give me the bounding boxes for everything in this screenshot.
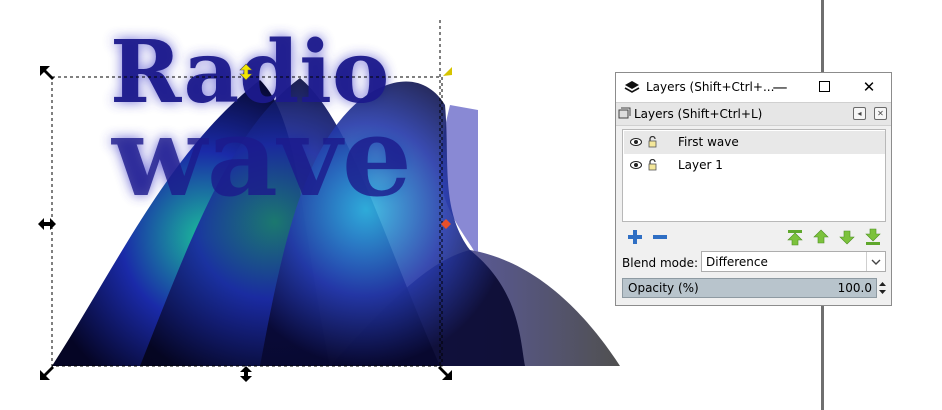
dock-header: Layers (Shift+Ctrl+L) ◂ ✕ bbox=[616, 102, 891, 126]
raise-to-top-icon[interactable] bbox=[786, 228, 804, 246]
handle-bottom-left bbox=[40, 366, 54, 380]
remove-layer-icon[interactable] bbox=[651, 228, 669, 246]
artwork-text: Radio wave bbox=[110, 22, 412, 221]
dropdown-arrow-icon bbox=[866, 252, 881, 271]
eye-icon[interactable] bbox=[630, 160, 642, 170]
dock-collapse-button[interactable]: ◂ bbox=[853, 107, 866, 120]
text-wave: wave bbox=[111, 92, 412, 221]
layers-window: Layers (Shift+Ctrl+... — ✕ Layers (Shift… bbox=[615, 72, 892, 306]
blend-mode-label: Blend mode: bbox=[622, 256, 699, 270]
maximize-icon bbox=[818, 80, 830, 92]
layer-row-layer-1[interactable]: Layer 1 bbox=[624, 154, 885, 177]
eye-icon[interactable] bbox=[630, 137, 642, 147]
handle-left-mid bbox=[38, 218, 56, 230]
opacity-slider[interactable]: Opacity (%) 100.0 bbox=[622, 278, 877, 298]
layer-label: Layer 1 bbox=[678, 158, 723, 172]
window-title: Layers (Shift+Ctrl+... bbox=[646, 80, 775, 94]
blend-mode-value: Difference bbox=[706, 255, 768, 269]
dock-title: Layers (Shift+Ctrl+L) bbox=[634, 107, 763, 121]
layers-tab-icon bbox=[618, 107, 631, 119]
opacity-value: 100.0 bbox=[837, 281, 872, 295]
handle-bottom-right bbox=[438, 366, 452, 380]
maximize-button[interactable] bbox=[802, 73, 846, 102]
lower-to-bottom-icon[interactable] bbox=[864, 228, 882, 246]
add-layer-icon[interactable] bbox=[626, 228, 644, 246]
handle-top-left bbox=[40, 66, 54, 80]
layer-list: First wave Layer 1 bbox=[622, 129, 886, 222]
minimize-button[interactable]: — bbox=[758, 73, 802, 102]
layers-app-icon bbox=[624, 81, 640, 93]
lock-icon[interactable] bbox=[648, 159, 657, 171]
lower-icon[interactable] bbox=[838, 228, 856, 246]
handle-bottom-mid bbox=[240, 366, 252, 382]
layer-label: First wave bbox=[678, 135, 739, 149]
layer-row-first-wave[interactable]: First wave bbox=[624, 131, 885, 154]
raise-icon[interactable] bbox=[812, 228, 830, 246]
handle-top-right[interactable] bbox=[443, 67, 452, 76]
window-titlebar[interactable]: Layers (Shift+Ctrl+... — ✕ bbox=[616, 73, 891, 102]
close-button[interactable]: ✕ bbox=[847, 73, 891, 102]
spin-arrows-icon[interactable] bbox=[878, 278, 887, 298]
blend-mode-select[interactable]: Difference bbox=[701, 251, 886, 272]
dock-close-button[interactable]: ✕ bbox=[874, 107, 887, 120]
lock-icon[interactable] bbox=[648, 136, 657, 148]
opacity-label: Opacity (%) bbox=[628, 281, 699, 295]
